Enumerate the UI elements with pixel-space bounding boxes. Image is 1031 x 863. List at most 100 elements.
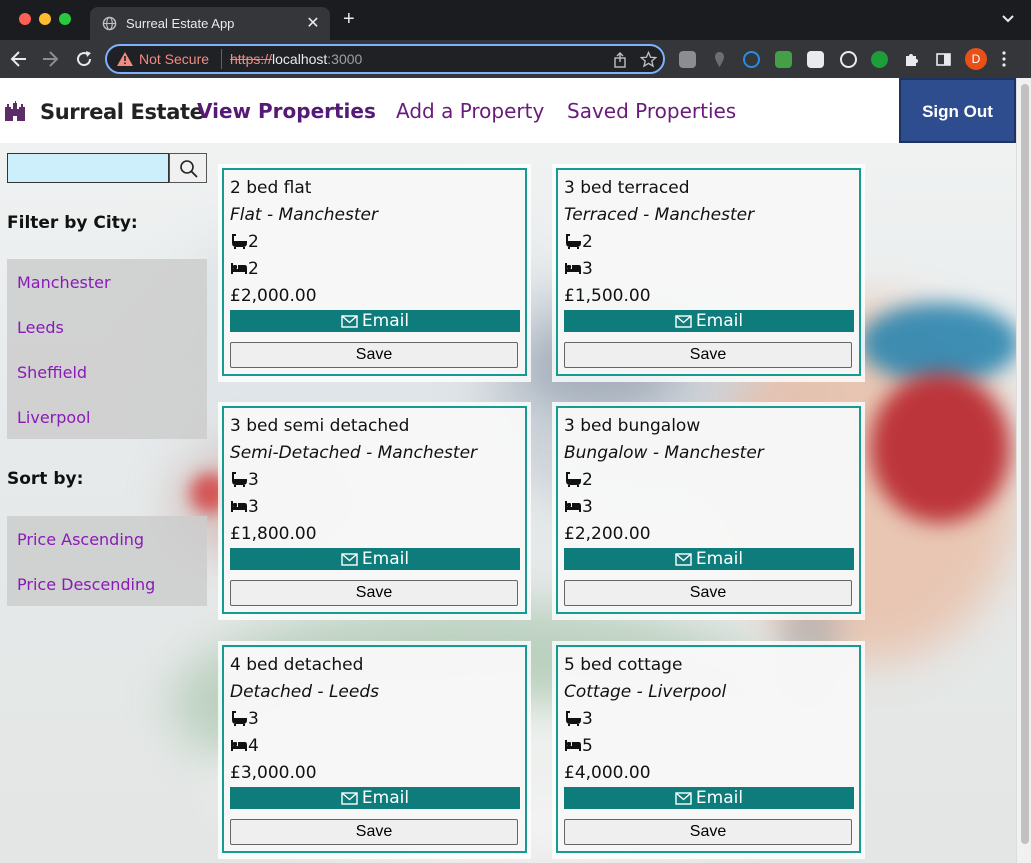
not-secure-label[interactable]: Not Secure — [139, 51, 209, 67]
bath-icon — [566, 472, 581, 487]
sort-price-ascending[interactable]: Price Ascending — [17, 530, 144, 549]
property-card: 3 bed semi detached Semi-Detached - Manc… — [218, 402, 531, 620]
forward-arrow-icon[interactable] — [40, 49, 60, 69]
bathrooms-row: 3 — [230, 470, 259, 490]
bedrooms-count: 3 — [582, 259, 593, 279]
bathrooms-row: 2 — [230, 232, 259, 252]
property-card: 5 bed cottage Cottage - Liverpool 3 5 £4… — [552, 641, 865, 859]
property-type: Cottage - Liverpool — [564, 682, 727, 702]
save-button[interactable]: Save — [230, 580, 518, 606]
city-filter-panel: Manchester Leeds Sheffield Liverpool — [7, 259, 207, 439]
bedrooms-row: 3 — [564, 259, 593, 279]
envelope-icon — [675, 553, 692, 566]
save-button[interactable]: Save — [564, 819, 852, 845]
property-card-body: 3 bed semi detached Semi-Detached - Manc… — [222, 406, 527, 614]
email-button[interactable]: Email — [564, 548, 854, 570]
email-label: Email — [361, 788, 410, 808]
browser-toolbar: Not Secure https://localhost:3000 D — [0, 40, 1031, 78]
email-button[interactable]: Email — [564, 310, 854, 332]
bookmark-star-icon[interactable] — [640, 51, 657, 68]
extension-swirl-icon[interactable] — [743, 51, 760, 68]
envelope-icon — [341, 792, 358, 805]
property-price: £2,200.00 — [564, 524, 651, 544]
profile-avatar[interactable]: D — [965, 48, 987, 70]
extension-check-icon[interactable] — [871, 51, 888, 68]
property-type: Flat - Manchester — [230, 205, 378, 225]
bath-icon — [232, 472, 247, 487]
extensions-puzzle-icon[interactable] — [903, 51, 920, 68]
email-label: Email — [361, 549, 410, 569]
email-label: Email — [361, 311, 410, 331]
email-button[interactable]: Email — [230, 310, 520, 332]
bed-icon — [565, 740, 581, 751]
extension-image-icon[interactable] — [807, 51, 824, 68]
property-price: £1,800.00 — [230, 524, 317, 544]
property-card-body: 3 bed terraced Terraced - Manchester 2 3… — [556, 168, 861, 376]
bathrooms-row: 3 — [230, 709, 259, 729]
extension-skype-icon[interactable] — [679, 51, 696, 68]
share-icon[interactable] — [612, 52, 628, 68]
save-button[interactable]: Save — [230, 342, 518, 368]
email-button[interactable]: Email — [564, 787, 854, 809]
browser-chrome: Surreal Estate App ✕ + Not Secure https:… — [0, 0, 1031, 78]
minimize-window-button[interactable] — [39, 13, 51, 25]
property-type: Bungalow - Manchester — [564, 443, 764, 463]
bathrooms-row: 2 — [564, 470, 593, 490]
nav-add-property[interactable]: Add a Property — [396, 99, 544, 123]
search-icon — [180, 160, 198, 178]
maximize-window-button[interactable] — [59, 13, 71, 25]
extension-pin-icon[interactable] — [711, 51, 728, 68]
bedrooms-count: 5 — [582, 736, 593, 756]
property-title: 2 bed flat — [230, 178, 312, 198]
castle-logo-icon[interactable] — [4, 100, 26, 122]
tab-bar: Surreal Estate App ✕ + — [0, 0, 1031, 40]
city-filter-liverpool[interactable]: Liverpool — [17, 408, 90, 427]
email-button[interactable]: Email — [230, 787, 520, 809]
page-scrollbar[interactable] — [1016, 78, 1031, 863]
app-header: Surreal Estate View Properties Add a Pro… — [0, 78, 1016, 143]
bedrooms-row: 2 — [230, 259, 259, 279]
address-bar[interactable]: Not Secure https://localhost:3000 — [105, 44, 665, 74]
envelope-icon — [675, 792, 692, 805]
new-tab-button[interactable]: + — [343, 9, 355, 29]
city-filter-sheffield[interactable]: Sheffield — [17, 363, 87, 382]
close-window-button[interactable] — [19, 13, 31, 25]
tab-close-icon[interactable]: ✕ — [304, 13, 322, 33]
menu-kebab-icon[interactable] — [1002, 51, 1006, 67]
extension-tracker-icon[interactable] — [840, 51, 857, 68]
back-arrow-icon[interactable] — [9, 49, 29, 69]
side-panel-icon[interactable] — [935, 51, 952, 68]
scrollbar-thumb[interactable] — [1021, 84, 1029, 844]
envelope-icon — [341, 315, 358, 328]
bathrooms-row: 2 — [564, 232, 593, 252]
url-host: localhost — [272, 51, 328, 67]
sign-out-button[interactable]: Sign Out — [899, 78, 1016, 143]
nav-saved-properties[interactable]: Saved Properties — [567, 99, 736, 123]
bed-icon — [231, 263, 247, 274]
search-input[interactable] — [7, 153, 169, 183]
email-label: Email — [695, 549, 744, 569]
save-button[interactable]: Save — [230, 819, 518, 845]
url-text[interactable]: https://localhost:3000 — [230, 51, 362, 67]
city-filter-manchester[interactable]: Manchester — [17, 273, 111, 292]
bedrooms-count: 2 — [248, 259, 259, 279]
globe-icon — [102, 16, 117, 31]
bathrooms-count: 2 — [582, 470, 593, 490]
nav-view-properties[interactable]: View Properties — [197, 99, 376, 123]
browser-tab[interactable]: Surreal Estate App ✕ — [90, 7, 330, 40]
save-button[interactable]: Save — [564, 580, 852, 606]
bathrooms-count: 3 — [582, 709, 593, 729]
city-filter-leeds[interactable]: Leeds — [17, 318, 64, 337]
bedrooms-row: 4 — [230, 736, 259, 756]
brand-name[interactable]: Surreal Estate — [40, 100, 204, 124]
reload-icon[interactable] — [74, 49, 94, 69]
sort-price-descending[interactable]: Price Descending — [17, 575, 155, 594]
property-card-body: 4 bed detached Detached - Leeds 3 4 £3,0… — [222, 645, 527, 853]
extension-printer-icon[interactable] — [775, 51, 792, 68]
email-button[interactable]: Email — [230, 548, 520, 570]
search-button[interactable] — [169, 153, 207, 183]
bathrooms-count: 2 — [248, 232, 259, 252]
save-button[interactable]: Save — [564, 342, 852, 368]
chevron-down-icon[interactable] — [1000, 12, 1016, 26]
bedrooms-row: 5 — [564, 736, 593, 756]
